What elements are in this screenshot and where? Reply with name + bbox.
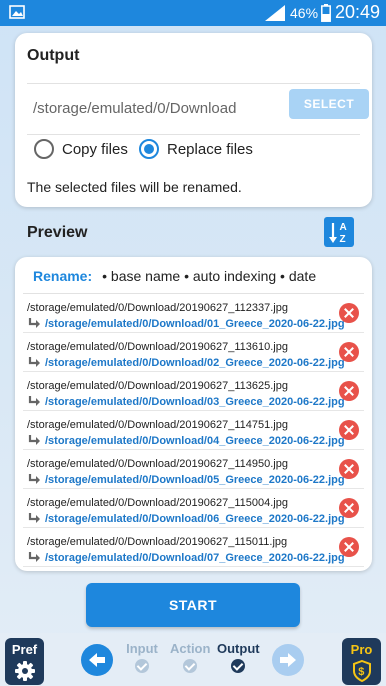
original-path: /storage/emulated/0/Download/20190627_11… — [27, 419, 288, 431]
forward-button[interactable] — [272, 644, 304, 676]
renamed-path: /storage/emulated/0/Download/02_Greece_2… — [45, 357, 345, 369]
renamed-path: /storage/emulated/0/Download/01_Greece_2… — [45, 318, 345, 330]
preferences-button[interactable]: Pref — [5, 638, 44, 685]
list-item: /storage/emulated/0/Download/20190627_11… — [23, 372, 364, 411]
arrow-left-icon — [89, 653, 105, 667]
copy-files-label: Copy files — [62, 140, 128, 158]
original-path: /storage/emulated/0/Download/20190627_11… — [27, 458, 288, 470]
copy-files-option[interactable]: Copy files — [34, 139, 128, 159]
check-icon — [183, 659, 197, 673]
list-item: /storage/emulated/0/Download/20190627_11… — [23, 411, 364, 450]
step-output[interactable]: Output — [217, 641, 260, 673]
replace-files-label: Replace files — [167, 140, 253, 158]
remove-icon[interactable] — [339, 342, 359, 362]
arrow-return-icon — [28, 318, 40, 328]
step-action[interactable]: Action — [170, 641, 210, 673]
output-card: Output /storage/emulated/0/Download SELE… — [15, 33, 372, 207]
arrow-return-icon — [28, 513, 40, 523]
renamed-path: /storage/emulated/0/Download/05_Greece_2… — [45, 474, 345, 486]
preview-list[interactable]: /storage/emulated/0/Download/20190627_11… — [23, 294, 364, 567]
original-path: /storage/emulated/0/Download/20190627_11… — [27, 536, 288, 548]
list-item: /storage/emulated/0/Download/20190627_11… — [23, 489, 364, 528]
list-item: /storage/emulated/0/Download/20190627_11… — [23, 294, 364, 333]
check-icon — [135, 659, 149, 673]
step-action-label: Action — [170, 641, 211, 656]
arrow-return-icon — [28, 357, 40, 367]
replace-files-radio[interactable] — [139, 139, 159, 159]
remove-icon[interactable] — [339, 420, 359, 440]
original-path: /storage/emulated/0/Download/20190627_11… — [27, 341, 288, 353]
output-path: /storage/emulated/0/Download — [33, 100, 237, 117]
pro-button[interactable]: Pro $ — [342, 638, 381, 685]
pro-label: Pro — [350, 642, 373, 657]
signal-icon — [265, 5, 285, 21]
original-path: /storage/emulated/0/Download/20190627_11… — [27, 302, 288, 314]
battery-percent: 46% — [290, 5, 319, 21]
step-input[interactable]: Input — [126, 641, 158, 673]
preview-title: Preview — [27, 224, 88, 241]
svg-text:Z: Z — [340, 234, 346, 245]
renamed-path: /storage/emulated/0/Download/03_Greece_2… — [45, 396, 345, 408]
remove-icon[interactable] — [339, 381, 359, 401]
remove-icon[interactable] — [339, 537, 359, 557]
dollar-shield-icon: $ — [353, 660, 371, 682]
renamed-path: /storage/emulated/0/Download/07_Greece_2… — [45, 552, 345, 564]
sort-a-z-icon[interactable]: A Z — [324, 217, 354, 247]
gear-icon — [15, 661, 35, 681]
arrow-return-icon — [28, 474, 40, 484]
preview-card: Rename: • base name • auto indexing • dat… — [15, 257, 372, 571]
rename-note: The selected files will be renamed. — [27, 179, 242, 195]
rename-label: Rename: — [33, 268, 93, 284]
list-item: /storage/emulated/0/Download/20190627_11… — [23, 450, 364, 489]
arrow-return-icon — [28, 435, 40, 445]
select-button[interactable]: SELECT — [289, 89, 369, 119]
svg-text:A: A — [340, 222, 347, 233]
arrow-return-icon — [28, 552, 40, 562]
clock: 20:49 — [335, 2, 381, 22]
remove-icon[interactable] — [339, 498, 359, 518]
arrow-right-icon — [280, 653, 296, 667]
list-item: /storage/emulated/0/Download/20190627_11… — [23, 333, 364, 372]
remove-icon[interactable] — [339, 459, 359, 479]
back-button[interactable] — [81, 644, 113, 676]
battery-icon — [321, 4, 331, 22]
step-output-label: Output — [217, 641, 260, 656]
renamed-path: /storage/emulated/0/Download/04_Greece_2… — [45, 435, 345, 447]
rename-pattern: • base name • auto indexing • date — [102, 268, 317, 284]
output-path-row: /storage/emulated/0/Download SELECT — [27, 83, 369, 135]
status-bar: 46% 20:49 — [0, 0, 386, 26]
check-icon — [231, 659, 245, 673]
pref-label: Pref — [11, 642, 38, 657]
gallery-icon — [9, 5, 25, 19]
start-button[interactable]: START — [86, 583, 300, 627]
original-path: /storage/emulated/0/Download/20190627_11… — [27, 497, 288, 509]
svg-text:$: $ — [358, 666, 364, 678]
copy-files-radio[interactable] — [34, 139, 54, 159]
output-title: Output — [27, 47, 80, 64]
renamed-path: /storage/emulated/0/Download/06_Greece_2… — [45, 513, 345, 525]
replace-files-option[interactable]: Replace files — [139, 139, 253, 159]
list-item: /storage/emulated/0/Download/20190627_11… — [23, 528, 364, 567]
remove-icon[interactable] — [339, 303, 359, 323]
arrow-return-icon — [28, 396, 40, 406]
rename-row: Rename: • base name • auto indexing • dat… — [33, 268, 316, 284]
step-input-label: Input — [126, 641, 158, 656]
bottom-nav: Pref Input Action Output Pro $ — [0, 633, 386, 686]
original-path: /storage/emulated/0/Download/20190627_11… — [27, 380, 288, 392]
